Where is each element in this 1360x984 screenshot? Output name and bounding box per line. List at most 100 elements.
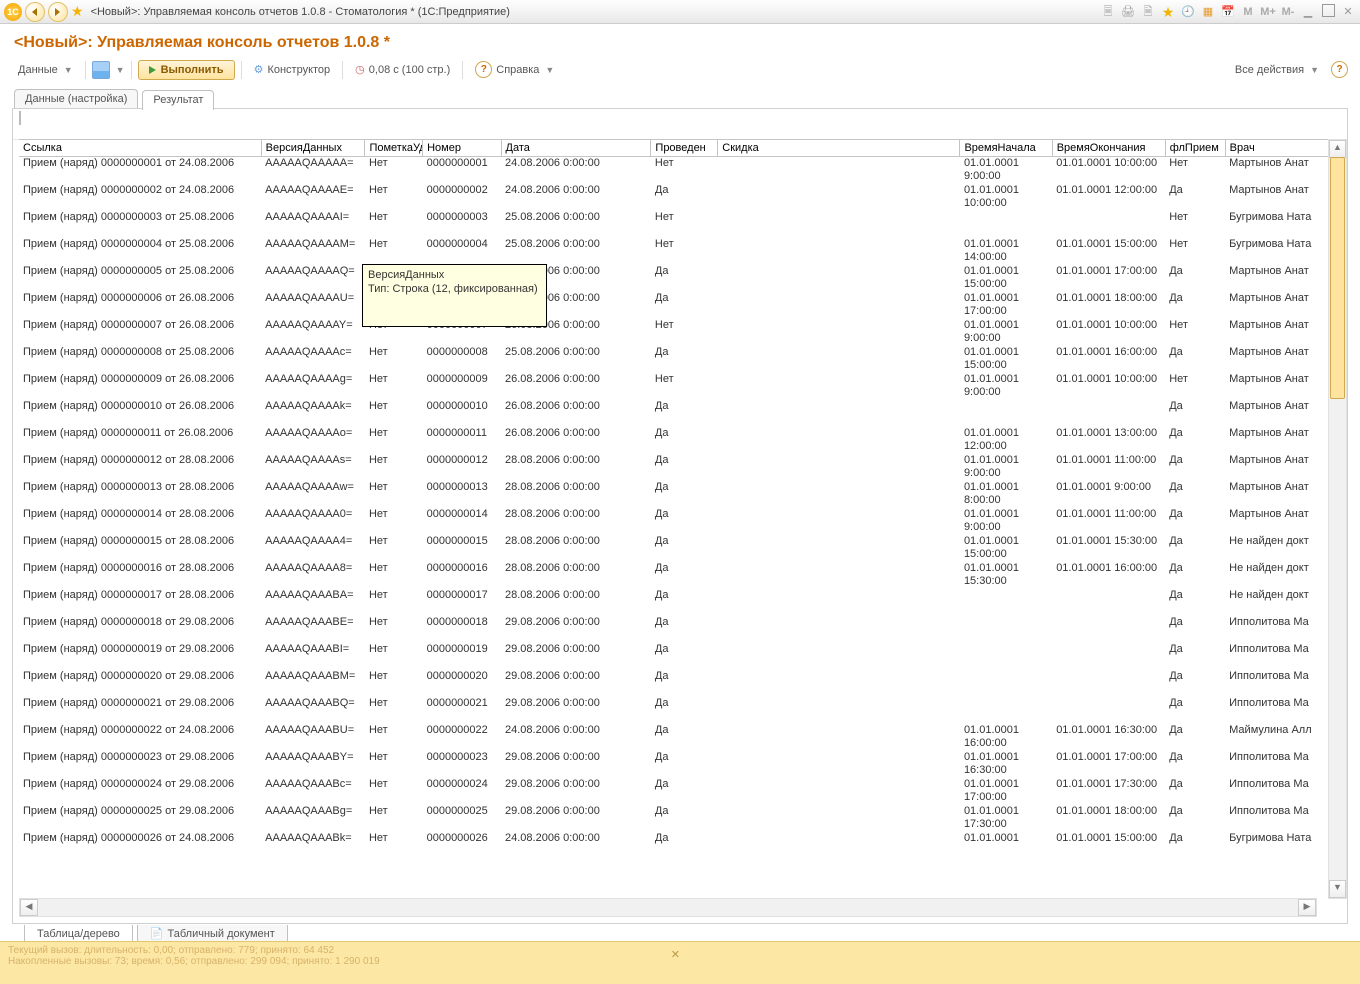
table-row[interactable]: Прием (наряд) 0000000016 от 28.08.2006AA… — [19, 562, 1341, 589]
col-5[interactable]: Проведен — [651, 140, 718, 157]
scroll-right-icon[interactable]: ▶ — [1298, 899, 1316, 916]
cell[interactable]: 29.08.2006 0:00:00 — [501, 697, 651, 724]
cell[interactable]: Ипполитова Ма — [1225, 616, 1340, 643]
cell[interactable]: Прием (наряд) 0000000022 от 24.08.2006 — [19, 724, 261, 751]
table-row[interactable]: Прием (наряд) 0000000011 от 26.08.2006AA… — [19, 427, 1341, 454]
cell[interactable]: Нет — [365, 157, 423, 185]
cell[interactable] — [718, 508, 960, 535]
cell[interactable]: Да — [651, 400, 718, 427]
all-actions-menu[interactable]: Все действия▼ — [1229, 61, 1325, 79]
cell[interactable] — [718, 400, 960, 427]
table-row[interactable]: Прием (наряд) 0000000007 от 26.08.2006AA… — [19, 319, 1341, 346]
cell[interactable]: Да — [1165, 508, 1225, 535]
cell[interactable]: 0000000004 — [423, 238, 501, 265]
cell[interactable]: Да — [651, 346, 718, 373]
cell[interactable]: Нет — [365, 535, 423, 562]
help-button[interactable]: ? — [1331, 61, 1348, 78]
col-4[interactable]: Дата — [501, 140, 651, 157]
cell[interactable]: 0000000002 — [423, 184, 501, 211]
cell[interactable]: AAAAAQAAABI= — [261, 643, 365, 670]
cell[interactable]: 28.08.2006 0:00:00 — [501, 535, 651, 562]
cell[interactable]: 01.01.000115:00:00 — [960, 265, 1052, 292]
cell[interactable]: Нет — [1165, 238, 1225, 265]
cell[interactable]: Нет — [365, 454, 423, 481]
cell[interactable]: Мартынов Анат — [1225, 157, 1340, 185]
nav-forward-button[interactable] — [48, 2, 68, 22]
cell[interactable]: Да — [1165, 616, 1225, 643]
cell[interactable] — [718, 238, 960, 265]
maximize-icon[interactable] — [1320, 4, 1336, 20]
minimize-icon[interactable]: ▁ — [1300, 4, 1316, 20]
cell[interactable]: Да — [651, 535, 718, 562]
table-row[interactable]: Прием (наряд) 0000000023 от 29.08.2006AA… — [19, 751, 1341, 778]
cell[interactable]: 01.01.0001 18:00:00 — [1052, 805, 1165, 832]
cell[interactable]: Прием (наряд) 0000000003 от 25.08.2006 — [19, 211, 261, 238]
cell[interactable]: Прием (наряд) 0000000004 от 25.08.2006 — [19, 238, 261, 265]
cell[interactable] — [718, 319, 960, 346]
cell[interactable]: Прием (наряд) 0000000006 от 26.08.2006 — [19, 292, 261, 319]
cell[interactable]: Да — [1165, 265, 1225, 292]
grid-mode-icon[interactable] — [19, 111, 21, 125]
cell[interactable]: 01.01.0001 10:00:00 — [1052, 319, 1165, 346]
table-row[interactable]: Прием (наряд) 0000000014 от 28.08.2006AA… — [19, 508, 1341, 535]
cell[interactable]: 01.01.0001 16:00:00 — [1052, 346, 1165, 373]
cell[interactable] — [718, 697, 960, 724]
cell[interactable] — [960, 400, 1052, 427]
cell[interactable]: 0000000013 — [423, 481, 501, 508]
cell[interactable]: 01.01.0001 11:00:00 — [1052, 508, 1165, 535]
cell[interactable]: Нет — [365, 751, 423, 778]
cell[interactable] — [960, 697, 1052, 724]
cell[interactable]: Нет — [365, 643, 423, 670]
table-row[interactable]: Прием (наряд) 0000000006 от 26.08.2006AA… — [19, 292, 1341, 319]
cell[interactable]: Да — [1165, 427, 1225, 454]
cell[interactable] — [718, 670, 960, 697]
table-row[interactable]: Прием (наряд) 0000000017 от 28.08.2006AA… — [19, 589, 1341, 616]
cell[interactable]: AAAAAQAAABc= — [261, 778, 365, 805]
col-9[interactable]: флПрием — [1165, 140, 1225, 157]
result-table[interactable]: СсылкаВерсияДанныхПометкаУдаленияНомерДа… — [19, 139, 1341, 859]
cell[interactable] — [1052, 589, 1165, 616]
cell[interactable]: AAAAAQAAAAE= — [261, 184, 365, 211]
table-row[interactable]: Прием (наряд) 0000000005 от 25.08.2006AA… — [19, 265, 1341, 292]
cell[interactable]: Нет — [1165, 373, 1225, 400]
table-row[interactable]: Прием (наряд) 0000000008 от 25.08.2006AA… — [19, 346, 1341, 373]
col-0[interactable]: Ссылка — [19, 140, 261, 157]
cell[interactable]: AAAAAQAAAAo= — [261, 427, 365, 454]
table-row[interactable]: Прием (наряд) 0000000021 от 29.08.2006AA… — [19, 697, 1341, 724]
col-7[interactable]: ВремяНачала — [960, 140, 1052, 157]
table-row[interactable]: Прием (наряд) 0000000002 от 24.08.2006AA… — [19, 184, 1341, 211]
cell[interactable]: Да — [1165, 724, 1225, 751]
cell[interactable]: Да — [1165, 589, 1225, 616]
cell[interactable]: 26.08.2006 0:00:00 — [501, 400, 651, 427]
cell[interactable]: 01.01.000116:00:00 — [960, 724, 1052, 751]
cell[interactable] — [1052, 211, 1165, 238]
cell[interactable] — [718, 184, 960, 211]
cell[interactable]: 24.08.2006 0:00:00 — [501, 184, 651, 211]
preview-icon[interactable]: 🗏 — [1100, 4, 1116, 20]
history-icon[interactable]: 🕘 — [1180, 4, 1196, 20]
nav-back-button[interactable] — [25, 2, 45, 22]
cell[interactable]: AAAAAQAAAAA= — [261, 157, 365, 185]
cell[interactable]: Нет — [651, 373, 718, 400]
cell[interactable]: Да — [651, 427, 718, 454]
cell[interactable]: 01.01.000115:00:00 — [960, 346, 1052, 373]
cell[interactable]: 0000000024 — [423, 778, 501, 805]
cell[interactable]: Да — [1165, 697, 1225, 724]
cell[interactable]: 01.01.0001 17:00:00 — [1052, 751, 1165, 778]
cell[interactable]: AAAAAQAAABY= — [261, 751, 365, 778]
cell[interactable]: Мартынов Анат — [1225, 265, 1340, 292]
cell[interactable]: Нет — [365, 427, 423, 454]
cell[interactable] — [1052, 670, 1165, 697]
cell[interactable]: Прием (наряд) 0000000015 от 28.08.2006 — [19, 535, 261, 562]
cell[interactable]: 26.08.2006 0:00:00 — [501, 427, 651, 454]
cell[interactable]: 0000000012 — [423, 454, 501, 481]
cell[interactable]: Прием (наряд) 0000000021 от 29.08.2006 — [19, 697, 261, 724]
cell[interactable]: 01.01.0001 10:00:00 — [1052, 157, 1165, 185]
cell[interactable]: 01.01.000117:00:00 — [960, 292, 1052, 319]
table-row[interactable]: Прием (наряд) 0000000015 от 28.08.2006AA… — [19, 535, 1341, 562]
cell[interactable]: 29.08.2006 0:00:00 — [501, 616, 651, 643]
cell[interactable]: AAAAAQAAAAs= — [261, 454, 365, 481]
cell[interactable] — [718, 211, 960, 238]
cell[interactable] — [718, 805, 960, 832]
table-row[interactable]: Прием (наряд) 0000000019 от 29.08.2006AA… — [19, 643, 1341, 670]
